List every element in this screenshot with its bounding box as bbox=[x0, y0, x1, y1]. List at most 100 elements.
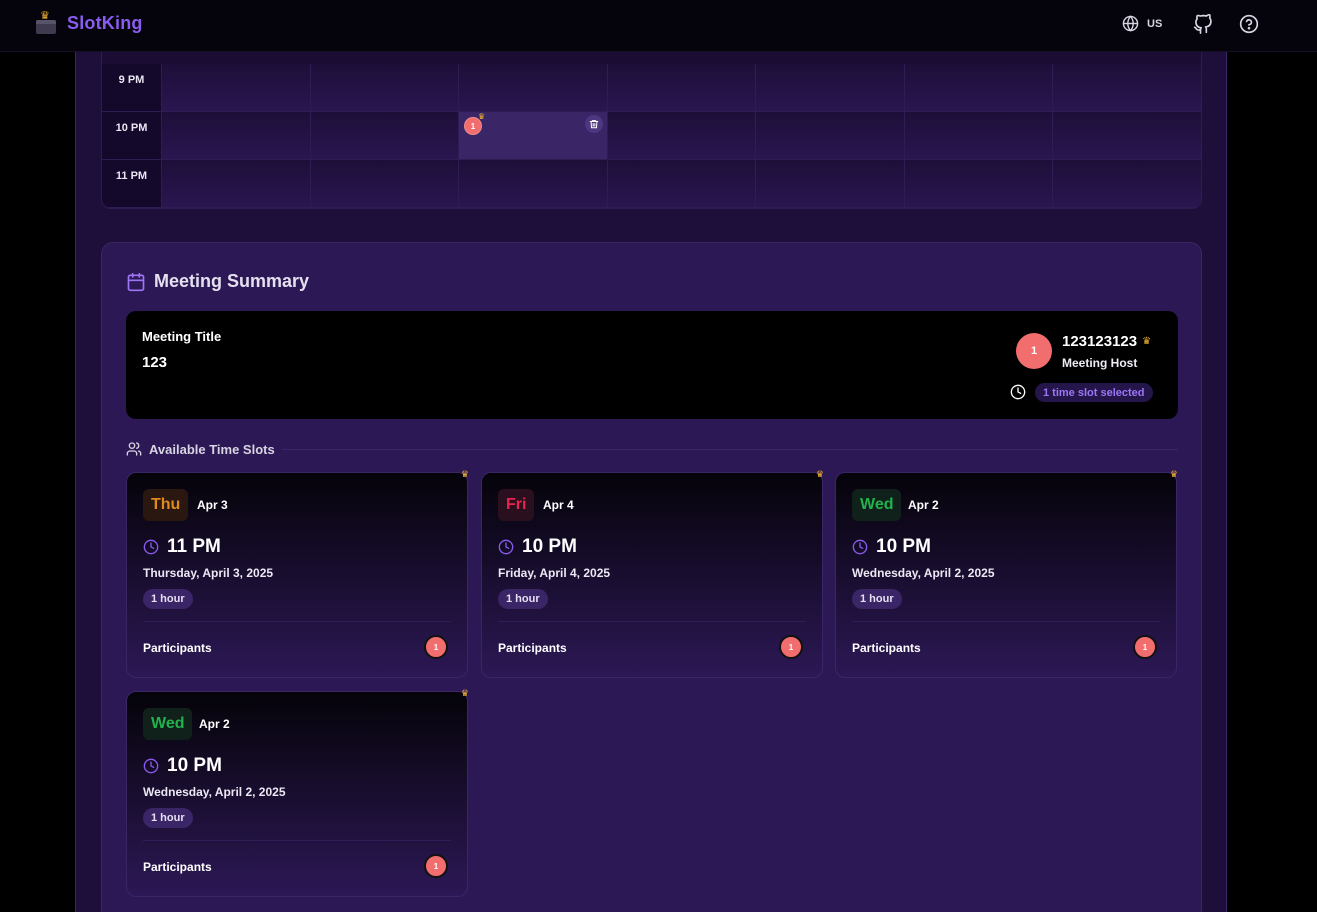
delete-slot-button[interactable] bbox=[584, 115, 603, 133]
slot-time: 10 PM bbox=[522, 536, 577, 557]
summary-title: Meeting Summary bbox=[154, 271, 310, 291]
slot-time: 11 PM bbox=[167, 536, 221, 557]
users-icon bbox=[126, 442, 142, 456]
brand-link[interactable]: ♛ SlotKing bbox=[35, 11, 143, 34]
grid-cell[interactable] bbox=[1053, 160, 1201, 208]
help-icon[interactable] bbox=[1239, 14, 1259, 34]
host-role: Meeting Host bbox=[1062, 356, 1138, 370]
host-name-row: 123123123 ♛ bbox=[1062, 333, 1151, 350]
slot-full-date: Friday, April 4, 2025 bbox=[498, 566, 611, 580]
duration-badge: 1 hour bbox=[143, 589, 193, 609]
participant-avatar: 1 bbox=[424, 854, 448, 878]
grid-cell[interactable] bbox=[310, 64, 459, 112]
main-panel: 9 PM 10 PM 1 ♛ 1 1 PM Meeting Summary Mee… bbox=[75, 52, 1227, 912]
calendar-grid: 9 PM 10 PM 1 ♛ 11 PM bbox=[101, 52, 1202, 209]
meeting-info-box: Meeting Title 123 1 123123123 ♛ Meeting … bbox=[126, 311, 1178, 419]
grid-row-9pm: 9 PM bbox=[102, 64, 1201, 112]
meeting-title-value: 123 bbox=[142, 354, 168, 371]
crown-icon: ♛ bbox=[478, 112, 486, 121]
time-label: 10 PM bbox=[102, 112, 162, 160]
clock-icon bbox=[1010, 384, 1026, 400]
globe-icon bbox=[1122, 15, 1139, 32]
grid-cell[interactable] bbox=[459, 160, 608, 208]
clock-icon bbox=[143, 539, 159, 555]
clock-icon bbox=[498, 539, 514, 555]
grid-cell[interactable] bbox=[607, 160, 756, 208]
grid-cell[interactable] bbox=[162, 112, 311, 160]
slot-full-date: Wednesday, April 2, 2025 bbox=[852, 566, 995, 580]
participant-avatar: 1 bbox=[424, 635, 448, 659]
clock-icon bbox=[143, 758, 159, 774]
time-slot-card[interactable]: ♛ Thu Apr 3 11 PM Thursday, April 3, 202… bbox=[126, 469, 469, 678]
grid-cell[interactable] bbox=[310, 112, 459, 160]
brand-name: SlotKing bbox=[67, 12, 143, 33]
time-slot-card[interactable]: ♛ Wed Apr 2 10 PM Wednesday, April 2, 20… bbox=[835, 469, 1178, 678]
grid-cell-selected[interactable]: 1 ♛ bbox=[459, 112, 608, 160]
grid-cell[interactable] bbox=[904, 160, 1053, 208]
participants-label: Participants bbox=[143, 860, 212, 874]
crown-icon: ♛ bbox=[460, 688, 469, 698]
summary-header: Meeting Summary bbox=[126, 271, 309, 292]
grid-cell[interactable] bbox=[1053, 64, 1201, 112]
day-badge: Thu bbox=[143, 489, 189, 521]
grid-row-10pm: 10 PM 1 ♛ bbox=[102, 112, 1201, 160]
divider bbox=[282, 449, 1178, 450]
participants-label: Participants bbox=[852, 641, 921, 655]
slot-time-row: 10 PM bbox=[852, 536, 931, 558]
grid-row-11pm: 11 PM bbox=[102, 160, 1201, 208]
divider bbox=[852, 621, 1160, 622]
meeting-title-label: Meeting Title bbox=[142, 329, 222, 344]
grid-cell[interactable] bbox=[756, 112, 905, 160]
host-name: 123123123 bbox=[1062, 333, 1138, 350]
slot-date: Apr 2 bbox=[908, 498, 939, 512]
treasure-chest-icon: ♛ bbox=[35, 11, 57, 34]
grid-cell[interactable] bbox=[459, 64, 608, 112]
slot-time: 10 PM bbox=[876, 536, 931, 557]
grid-cell[interactable] bbox=[756, 64, 905, 112]
slot-time: 10 PM bbox=[167, 755, 222, 776]
grid-cell[interactable] bbox=[310, 160, 459, 208]
divider bbox=[498, 621, 806, 622]
grid-cell[interactable] bbox=[162, 64, 311, 112]
available-slots-header: Available Time Slots bbox=[126, 441, 275, 457]
grid-cell[interactable] bbox=[607, 64, 756, 112]
slot-full-date: Thursday, April 3, 2025 bbox=[143, 566, 274, 580]
language-selector[interactable]: US bbox=[1122, 15, 1162, 32]
crown-icon: ♛ bbox=[1142, 336, 1152, 347]
participant-avatar: 1 bbox=[779, 635, 803, 659]
day-badge: Wed bbox=[852, 489, 902, 521]
grid-cell[interactable] bbox=[904, 112, 1053, 160]
participant-avatar: 1 bbox=[1133, 635, 1157, 659]
selected-count-badge: 1 time slot selected bbox=[1035, 383, 1153, 402]
grid-cell[interactable] bbox=[904, 64, 1053, 112]
day-badge: Fri bbox=[498, 489, 535, 521]
time-slot-card[interactable]: ♛ Wed Apr 2 10 PM Wednesday, April 2, 20… bbox=[126, 688, 469, 897]
available-slots-title: Available Time Slots bbox=[149, 441, 275, 457]
github-icon[interactable] bbox=[1193, 13, 1213, 35]
calendar-icon bbox=[127, 272, 145, 291]
slot-date: Apr 4 bbox=[543, 498, 574, 512]
crown-icon: ♛ bbox=[1169, 469, 1178, 479]
time-slot-card[interactable]: ♛ Fri Apr 4 10 PM Friday, April 4, 2025 … bbox=[481, 469, 824, 678]
duration-badge: 1 hour bbox=[143, 808, 193, 828]
time-label: 11 PM bbox=[102, 160, 162, 208]
divider bbox=[143, 840, 451, 841]
slot-time-row: 10 PM bbox=[143, 755, 222, 777]
trash-icon bbox=[589, 120, 598, 129]
grid-cell[interactable] bbox=[607, 112, 756, 160]
host-avatar: 1 bbox=[1016, 333, 1052, 369]
crown-icon: ♛ bbox=[815, 469, 824, 479]
slot-date: Apr 2 bbox=[199, 717, 230, 731]
crown-icon: ♛ bbox=[460, 469, 469, 479]
participants-label: Participants bbox=[498, 641, 567, 655]
grid-cell[interactable] bbox=[1053, 112, 1201, 160]
day-badge: Wed bbox=[143, 708, 193, 740]
participants-label: Participants bbox=[143, 641, 212, 655]
slot-date: Apr 3 bbox=[197, 498, 228, 512]
top-navbar: ♛ SlotKing US bbox=[0, 0, 1317, 52]
duration-badge: 1 hour bbox=[498, 589, 548, 609]
grid-cell[interactable] bbox=[756, 160, 905, 208]
grid-cell[interactable] bbox=[162, 160, 311, 208]
duration-badge: 1 hour bbox=[852, 589, 902, 609]
divider bbox=[143, 621, 451, 622]
